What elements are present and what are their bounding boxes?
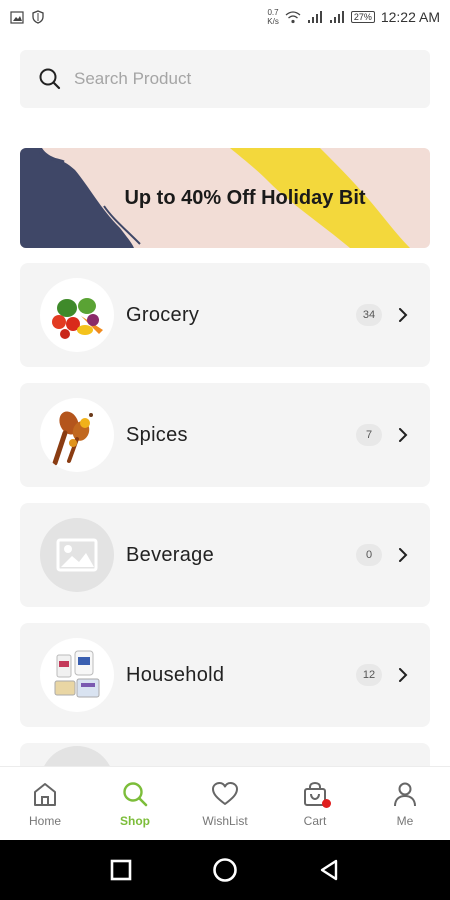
search-bar[interactable] (20, 50, 430, 108)
nav-label: WishList (202, 813, 248, 828)
battery-indicator: 27% (350, 11, 375, 23)
nav-wishlist[interactable]: WishList (180, 767, 270, 840)
nav-shop[interactable]: Shop (90, 767, 180, 840)
cart-badge (322, 798, 331, 808)
signal-icon-2 (329, 10, 344, 23)
status-bar: 0.7 K/s 27% 12:22 AM (0, 0, 450, 34)
nav-label: Cart (303, 813, 327, 828)
recents-button[interactable] (110, 859, 132, 881)
heart-icon (212, 781, 238, 805)
banner-title: Up to 40% Off Holiday Bit (124, 186, 366, 209)
chevron-right-icon (399, 308, 408, 322)
nav-me[interactable]: Me (360, 767, 450, 840)
chevron-right-icon (399, 548, 408, 562)
category-count-badge: 7 (356, 424, 382, 446)
gallery-notification-icon (10, 10, 24, 24)
nav-home[interactable]: Home (0, 767, 90, 840)
shield-notification-icon (32, 10, 44, 24)
network-speed: 0.7 K/s (267, 8, 279, 26)
promo-banner[interactable]: Up to 40% Off Holiday Bit (20, 148, 430, 248)
wifi-icon (285, 10, 301, 23)
back-button[interactable] (318, 859, 340, 881)
category-name: Beverage (126, 543, 215, 566)
search-icon (39, 68, 61, 90)
category-name: Spices (126, 423, 188, 446)
home-button[interactable] (212, 857, 238, 883)
placeholder-image-icon (40, 518, 114, 592)
user-icon (394, 782, 416, 806)
search-icon (123, 781, 148, 806)
home-icon (34, 782, 56, 806)
vegetables-image (40, 278, 114, 352)
bottom-navigation: Home Shop WishList Cart Me (0, 766, 450, 840)
category-item-household[interactable]: Household 12 (20, 623, 430, 727)
nav-label: Shop (120, 813, 150, 828)
search-input[interactable] (74, 69, 394, 89)
category-item-grocery[interactable]: Grocery 34 (20, 263, 430, 367)
category-count-badge: 0 (356, 544, 382, 566)
nav-label: Me (396, 813, 414, 828)
chevron-right-icon (399, 428, 408, 442)
household-products-image (40, 638, 114, 712)
nav-cart[interactable]: Cart (270, 767, 360, 840)
nav-label: Home (28, 813, 61, 828)
category-item-beverage[interactable]: Beverage 0 (20, 503, 430, 607)
system-navigation-bar (0, 840, 450, 900)
category-count-badge: 12 (356, 664, 382, 686)
chevron-right-icon (399, 668, 408, 682)
signal-icon-1 (307, 10, 322, 23)
category-count-badge: 34 (356, 304, 382, 326)
category-item-spices[interactable]: Spices 7 (20, 383, 430, 487)
spices-image (40, 398, 114, 472)
category-name: Grocery (126, 303, 200, 326)
category-name: Household (126, 663, 225, 686)
clock: 12:22 AM (380, 9, 440, 25)
